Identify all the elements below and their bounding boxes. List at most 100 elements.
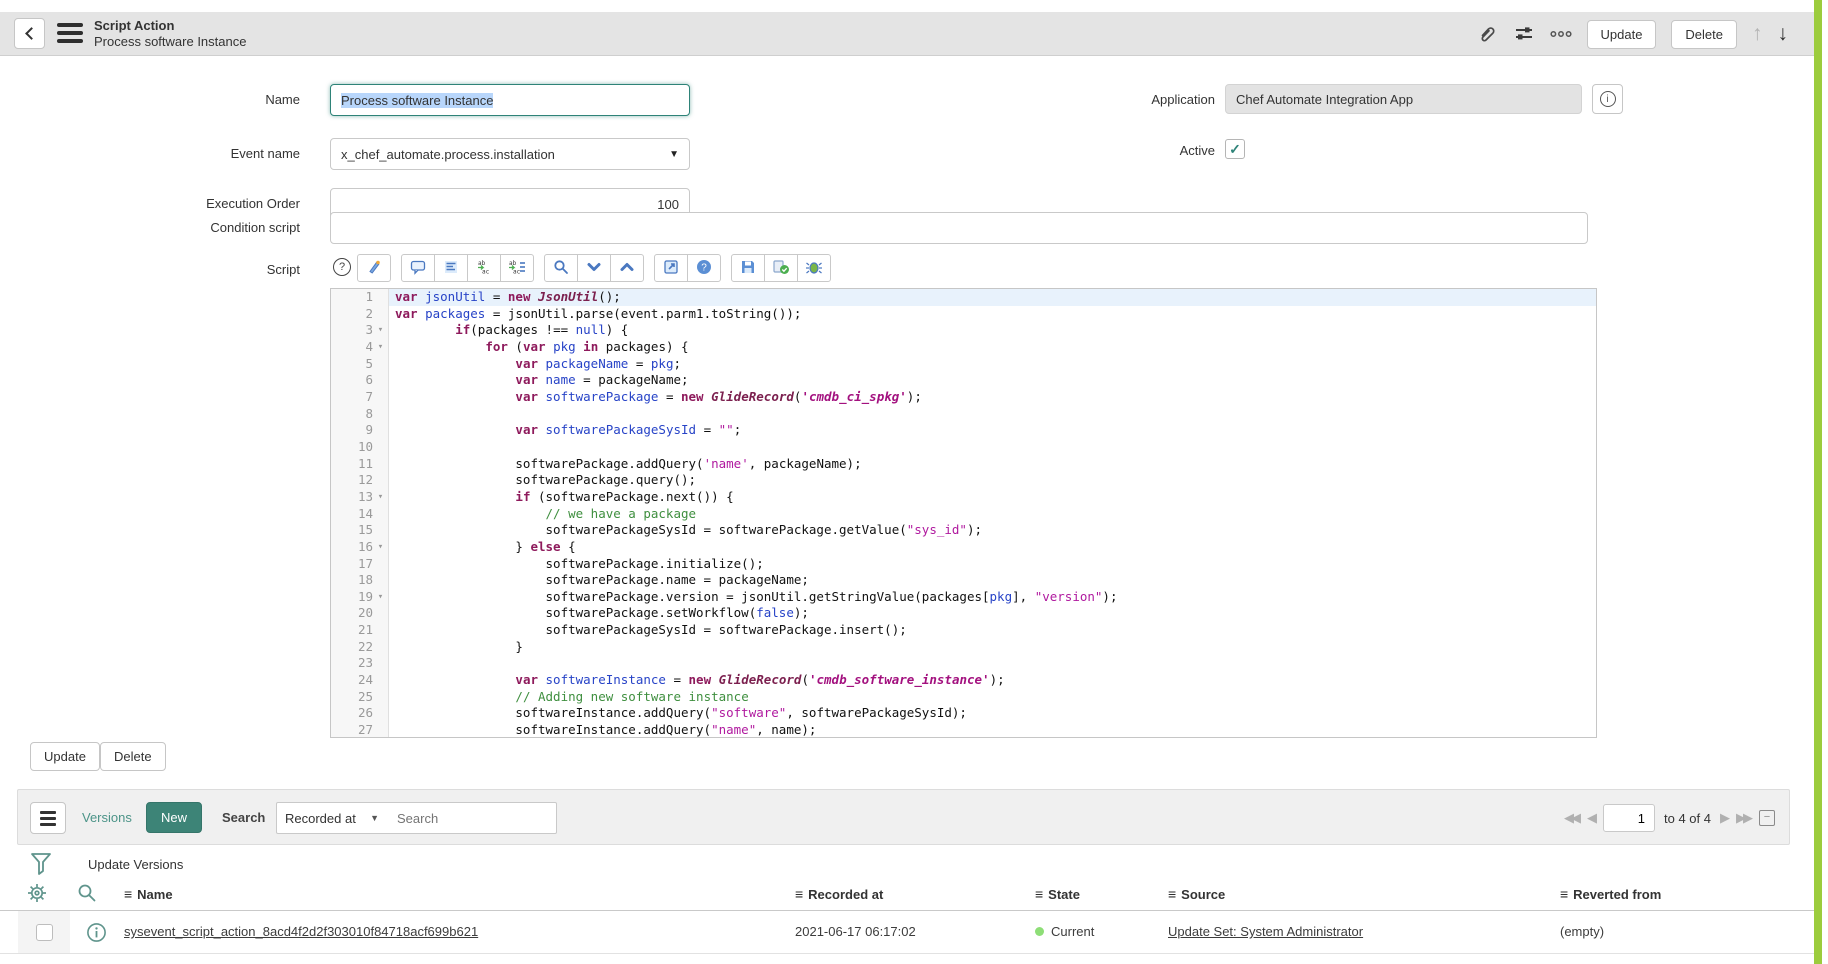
search-button[interactable]	[544, 254, 578, 282]
first-page-icon[interactable]: ◀◀	[1564, 810, 1578, 826]
page: Script Action Process software Instance …	[0, 0, 1828, 964]
row-checkbox[interactable]	[36, 924, 53, 941]
delete-button[interactable]: Delete	[1671, 20, 1737, 49]
code-line[interactable]: 15 softwarePackageSysId = softwarePackag…	[331, 522, 1596, 539]
code-line[interactable]: 27 softwareInstance.addQuery("name", nam…	[331, 722, 1596, 738]
script-code-editor[interactable]: 1var jsonUtil = new JsonUtil();2var pack…	[330, 288, 1597, 738]
code-line[interactable]: 20 softwarePackage.setWorkflow(false);	[331, 605, 1596, 622]
find-next-button[interactable]	[577, 254, 611, 282]
code-line[interactable]: 2var packages = jsonUtil.parse(event.par…	[331, 306, 1596, 323]
next-record-arrow-icon[interactable]: ↓	[1778, 23, 1789, 45]
code-line[interactable]: 4▾ for (var pkg in packages) {	[331, 339, 1596, 356]
delete-button-bottom[interactable]: Delete	[100, 742, 166, 771]
list-context-menu-icon[interactable]	[30, 802, 66, 834]
page-number-input[interactable]	[1603, 804, 1655, 832]
code-line[interactable]: 5 var packageName = pkg;	[331, 356, 1596, 373]
line-number: 14	[331, 506, 373, 523]
code-line[interactable]: 8	[331, 406, 1596, 423]
list-search-icon[interactable]	[76, 882, 98, 907]
debug-button[interactable]	[797, 254, 831, 282]
column-header-recorded-at[interactable]: ≡Recorded at	[795, 886, 883, 902]
code-line[interactable]: 3▾ if(packages !== null) {	[331, 322, 1596, 339]
new-version-button[interactable]: New	[146, 802, 202, 833]
filter-funnel-icon[interactable]	[30, 852, 52, 879]
record-preview-icon[interactable]	[86, 922, 107, 946]
code-fold-icon[interactable]: ▾	[373, 539, 389, 556]
personalize-form-sliders-icon[interactable]	[1513, 23, 1535, 45]
event-name-select[interactable]: x_chef_automate.process.installation ▼	[330, 138, 690, 170]
code-line[interactable]: 19▾ softwarePackage.version = jsonUtil.g…	[331, 589, 1596, 606]
version-record-link[interactable]: sysevent_script_action_8acd4f2d2f303010f…	[124, 924, 478, 939]
next-page-icon[interactable]: ▶	[1720, 810, 1727, 826]
code-fold-gutter	[373, 639, 389, 656]
filter-breadcrumb[interactable]: Update Versions	[88, 857, 183, 872]
update-button-bottom[interactable]: Update	[30, 742, 100, 771]
code-line[interactable]: 18 softwarePackage.name = packageName;	[331, 572, 1596, 589]
code-line[interactable]: 6 var name = packageName;	[331, 372, 1596, 389]
toolbar-button-group	[544, 254, 644, 282]
record-name-subtitle: Process software Instance	[94, 34, 246, 50]
back-button[interactable]	[14, 18, 45, 49]
line-number: 2	[331, 306, 373, 323]
column-header-state[interactable]: ≡State	[1035, 886, 1080, 902]
open-window-button[interactable]	[654, 254, 688, 282]
editor-help-button[interactable]: ?	[687, 254, 721, 282]
tab-versions[interactable]: Versions	[82, 810, 132, 825]
code-line[interactable]: 1var jsonUtil = new JsonUtil();	[331, 289, 1596, 306]
name-input[interactable]: Process software Instance	[330, 84, 690, 116]
list-search-input[interactable]	[387, 802, 557, 834]
event-name-label: Event name	[30, 146, 300, 161]
code-line[interactable]: 26 softwareInstance.addQuery("software",…	[331, 705, 1596, 722]
code-fold-icon[interactable]: ▾	[373, 489, 389, 506]
column-header-reverted-from[interactable]: ≡Reverted from	[1560, 886, 1661, 902]
collapse-list-icon[interactable]: −	[1759, 810, 1775, 826]
format-text-button[interactable]	[434, 254, 468, 282]
code-line[interactable]: 9 var softwarePackageSysId = "";	[331, 422, 1596, 439]
field-help-icon[interactable]: ?	[333, 258, 351, 276]
code-line[interactable]: 24 var softwareInstance = new GlideRecor…	[331, 672, 1596, 689]
code-fold-gutter	[373, 722, 389, 738]
source-update-set-link[interactable]: Update Set: System Administrator	[1168, 924, 1363, 939]
application-info-button[interactable]: i	[1592, 84, 1623, 114]
column-header-source[interactable]: ≡Source	[1168, 886, 1225, 902]
find-previous-button[interactable]	[610, 254, 644, 282]
condition-script-input[interactable]	[330, 212, 1588, 244]
search-field-select[interactable]: Recorded at ▼	[276, 802, 388, 834]
code-fold-icon[interactable]: ▾	[373, 322, 389, 339]
form-context-menu-icon[interactable]	[57, 23, 83, 45]
code-fold-gutter	[373, 456, 389, 473]
code-fold-icon[interactable]: ▾	[373, 339, 389, 356]
code-line[interactable]: 25 // Adding new software instance	[331, 689, 1596, 706]
chevron-left-icon	[25, 27, 38, 40]
replace-all-button[interactable]: abac	[500, 254, 534, 282]
code-line[interactable]: 22 }	[331, 639, 1596, 656]
code-line[interactable]: 10	[331, 439, 1596, 456]
svg-text:ac: ac	[513, 268, 521, 275]
save-button[interactable]	[731, 254, 765, 282]
active-label: Active	[1000, 143, 1215, 158]
code-line[interactable]: 16▾ } else {	[331, 539, 1596, 556]
format-script-button[interactable]	[357, 254, 391, 282]
previous-record-arrow-icon[interactable]: ↑	[1752, 23, 1763, 45]
code-fold-gutter	[373, 406, 389, 423]
attachment-paperclip-icon[interactable]	[1476, 23, 1498, 45]
previous-page-icon[interactable]: ◀	[1587, 810, 1594, 826]
replace-button[interactable]: abac	[467, 254, 501, 282]
more-options-icon[interactable]	[1550, 23, 1572, 45]
column-header-name[interactable]: ≡Name	[124, 886, 173, 902]
active-checkbox[interactable]: ✓	[1225, 139, 1245, 159]
code-fold-icon[interactable]: ▾	[373, 589, 389, 606]
code-line[interactable]: 12 softwarePackage.query();	[331, 472, 1596, 489]
update-button[interactable]: Update	[1587, 20, 1657, 49]
code-line[interactable]: 11 softwarePackage.addQuery('name', pack…	[331, 456, 1596, 473]
comment-button[interactable]	[401, 254, 435, 282]
code-line[interactable]: 14 // we have a package	[331, 506, 1596, 523]
list-personalize-gear-icon[interactable]	[26, 882, 48, 907]
syntax-check-button[interactable]	[764, 254, 798, 282]
last-page-icon[interactable]: ▶▶	[1736, 810, 1750, 826]
code-line[interactable]: 17 softwarePackage.initialize();	[331, 556, 1596, 573]
code-line[interactable]: 13▾ if (softwarePackage.next()) {	[331, 489, 1596, 506]
code-line[interactable]: 21 softwarePackageSysId = softwarePackag…	[331, 622, 1596, 639]
code-line[interactable]: 7 var softwarePackage = new GlideRecord(…	[331, 389, 1596, 406]
code-line[interactable]: 23	[331, 655, 1596, 672]
